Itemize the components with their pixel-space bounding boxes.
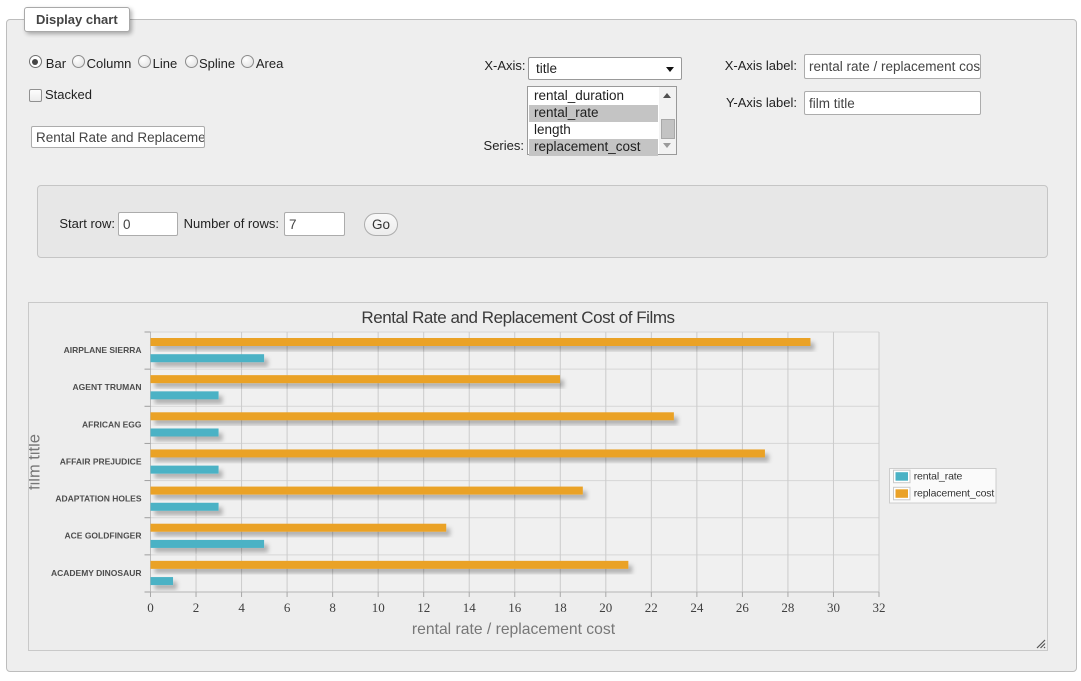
svg-text:film title: film title — [29, 434, 44, 490]
svg-text:10: 10 — [372, 600, 385, 615]
svg-text:AGENT TRUMAN: AGENT TRUMAN — [73, 382, 142, 392]
svg-text:30: 30 — [827, 600, 840, 615]
svg-text:16: 16 — [508, 600, 522, 615]
svg-text:6: 6 — [284, 600, 291, 615]
svg-text:ACE GOLDFINGER: ACE GOLDFINGER — [65, 531, 142, 541]
svg-text:22: 22 — [645, 600, 658, 615]
svg-text:ACADEMY DINOSAUR: ACADEMY DINOSAUR — [51, 568, 142, 578]
svg-text:20: 20 — [599, 600, 612, 615]
svg-text:24: 24 — [690, 600, 704, 615]
svg-text:rental rate / replacement cost: rental rate / replacement cost — [412, 621, 616, 638]
svg-text:4: 4 — [238, 600, 245, 615]
svg-text:26: 26 — [736, 600, 750, 615]
svg-text:8: 8 — [329, 600, 336, 615]
svg-text:2: 2 — [193, 600, 200, 615]
svg-text:14: 14 — [463, 600, 477, 615]
svg-text:replacement_cost: replacement_cost — [914, 487, 995, 499]
svg-text:32: 32 — [873, 600, 886, 615]
svg-text:AIRPLANE SIERRA: AIRPLANE SIERRA — [64, 345, 142, 355]
svg-text:18: 18 — [554, 600, 567, 615]
svg-text:28: 28 — [781, 600, 794, 615]
svg-text:AFFAIR PREJUDICE: AFFAIR PREJUDICE — [60, 456, 142, 466]
svg-text:ADAPTATION HOLES: ADAPTATION HOLES — [55, 494, 141, 504]
svg-text:rental_rate: rental_rate — [914, 470, 963, 482]
svg-text:Rental Rate and Replacement Co: Rental Rate and Replacement Cost of Film… — [361, 308, 674, 327]
svg-text:0: 0 — [147, 600, 154, 615]
svg-text:AFRICAN EGG: AFRICAN EGG — [82, 419, 142, 429]
svg-text:12: 12 — [417, 600, 430, 615]
